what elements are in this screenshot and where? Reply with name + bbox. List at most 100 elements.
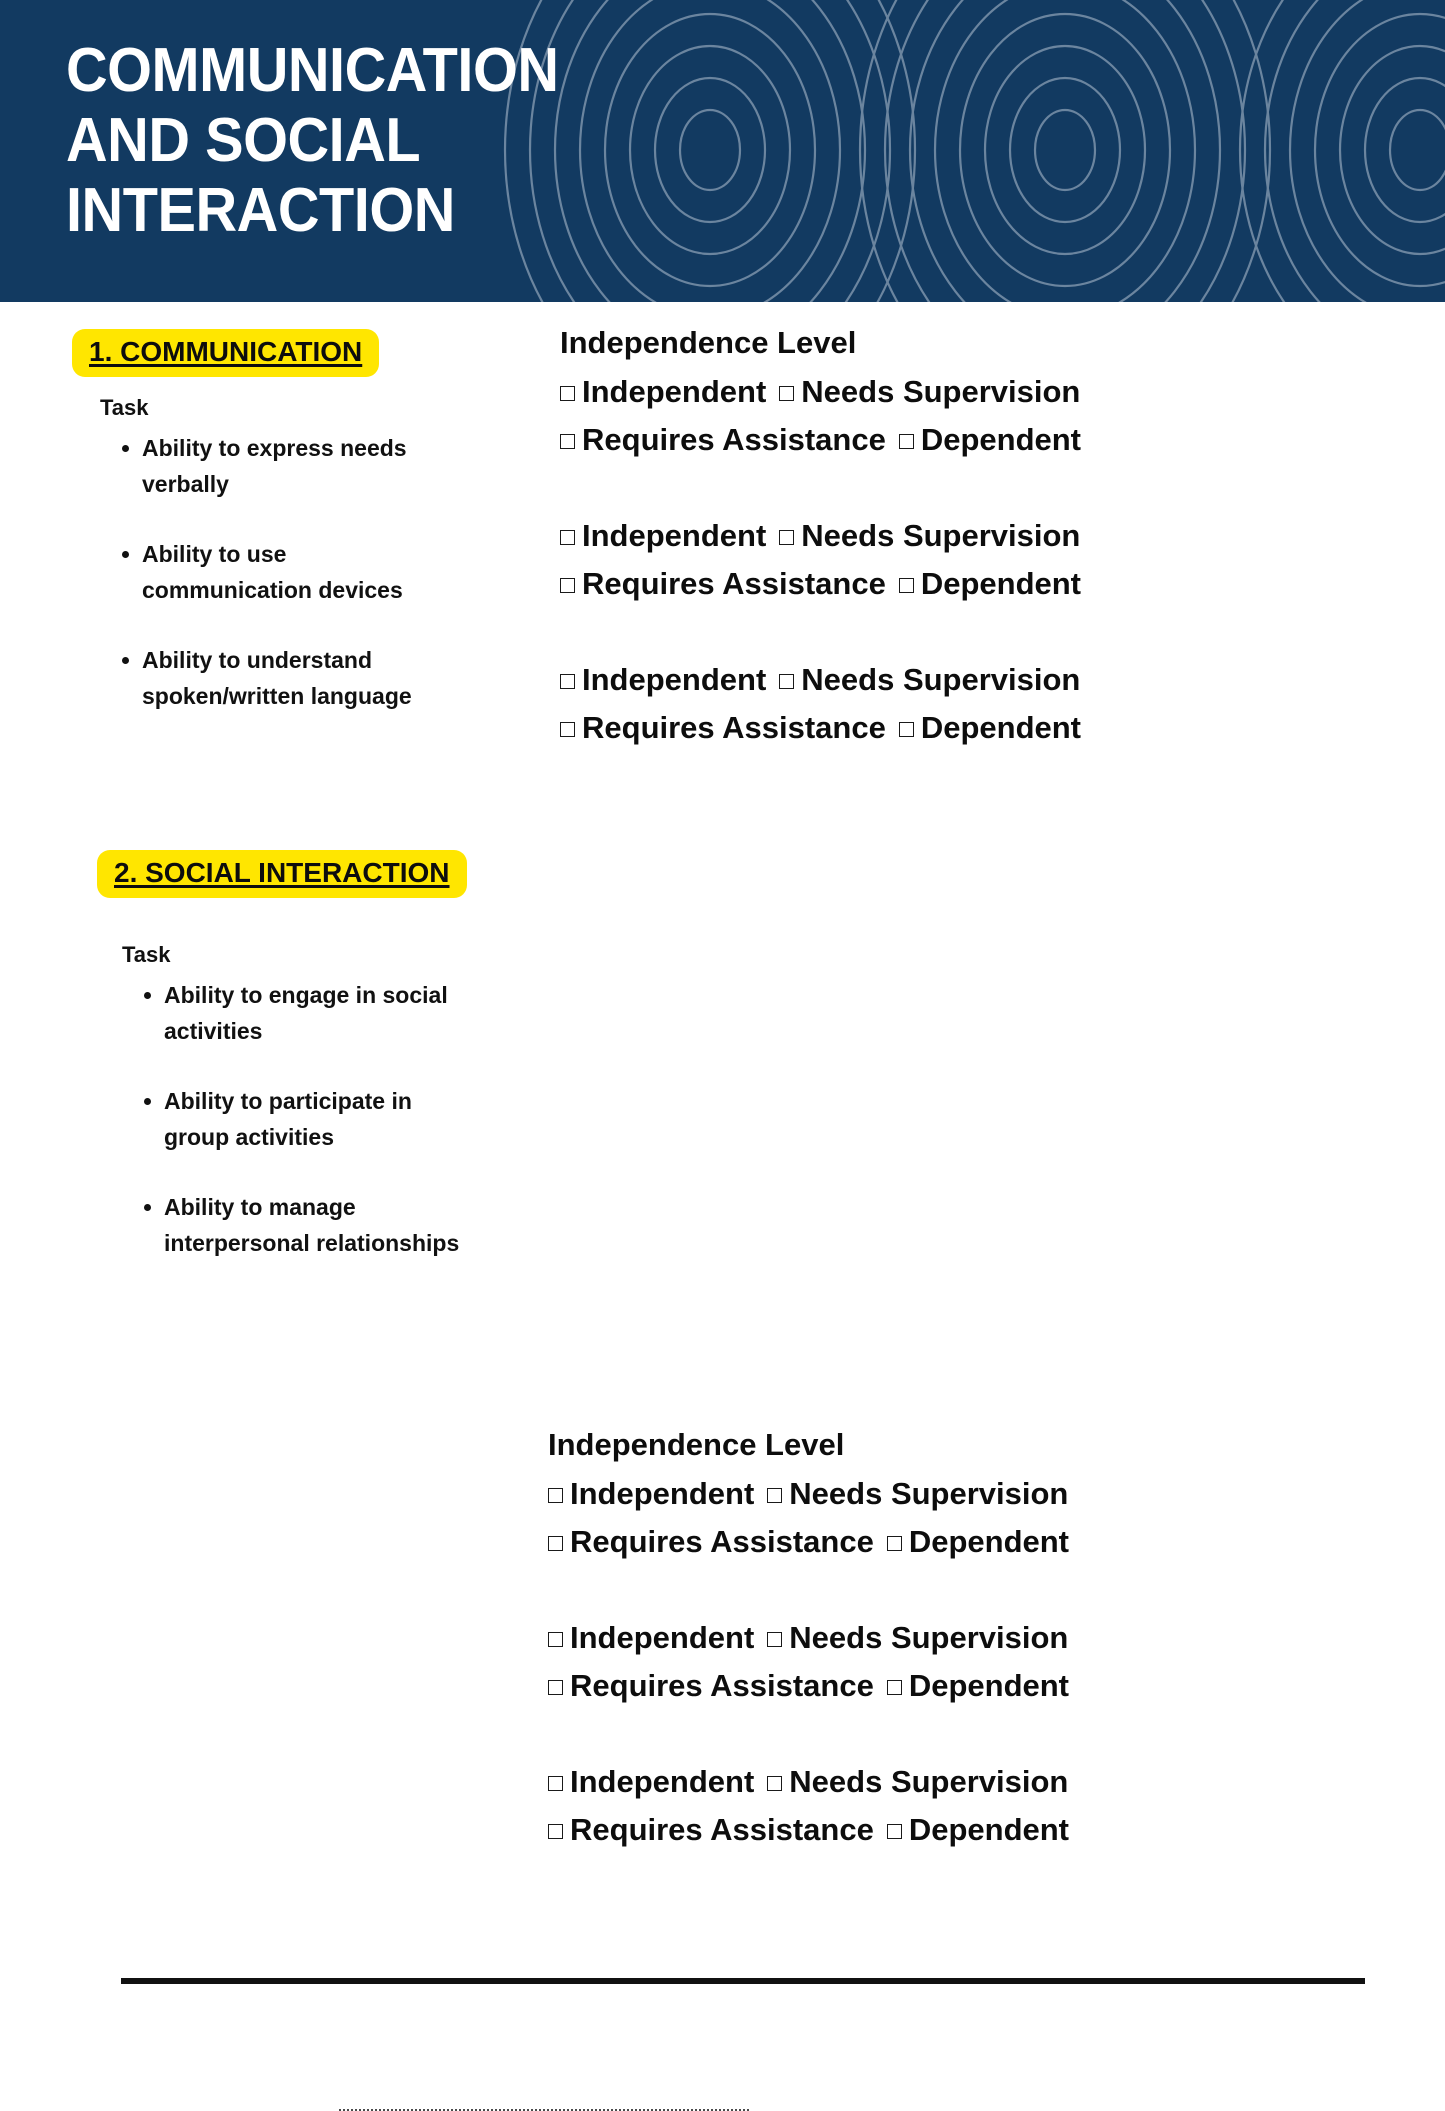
option-label: Dependent (908, 1812, 1070, 1847)
checkbox-dependent[interactable] (898, 722, 914, 737)
form-sheet: 1. COMMUNICATION Task Ability to express… (0, 302, 1445, 2111)
task-text: Ability to engage in social activities (164, 982, 448, 1044)
bullet-icon (122, 445, 129, 452)
option-row: Independent Needs Supervision (548, 1758, 1069, 1806)
checkbox-dependent[interactable] (886, 1824, 902, 1839)
option-label: Independent (570, 1620, 755, 1655)
option-label: Needs Supervision (801, 518, 1081, 553)
independence-options-group-3: Independent Needs Supervision Requires As… (548, 1758, 1069, 1854)
option-row: Independent Needs Supervision (560, 368, 1081, 416)
task-text: Ability to participate in group activiti… (164, 1088, 412, 1150)
option-row: Independent Needs Supervision (548, 1470, 1069, 1518)
option-label: Requires Assistance (570, 1812, 874, 1847)
checkbox-independent[interactable] (560, 674, 575, 689)
task-text: Ability to use communication devices (142, 541, 403, 603)
list-item: Ability to participate in group activiti… (122, 1083, 464, 1155)
option-row: Independent Needs Supervision (548, 1614, 1069, 1662)
checkbox-independent[interactable] (548, 1632, 563, 1647)
section-2-task-column: Task Ability to engage in social activit… (122, 941, 542, 1261)
independence-options-group-1: Independent Needs Supervision Requires As… (560, 368, 1081, 464)
section-1-task-list: Ability to express needs verbally Abilit… (100, 430, 520, 714)
section-1-independence-column: Independence Level Independent Needs Supe… (560, 324, 1081, 752)
checkbox-dependent[interactable] (898, 434, 914, 449)
checkbox-requires-assistance[interactable] (548, 1680, 563, 1695)
section-2-task-list: Ability to engage in social activities A… (122, 977, 542, 1261)
task-text: Ability to express needs verbally (142, 435, 407, 497)
option-row: Requires Assistance Dependent (548, 1662, 1069, 1710)
section-1-heading: 1. COMMUNICATION (72, 329, 380, 377)
task-text: Ability to manage interpersonal relation… (164, 1194, 460, 1256)
option-label: Requires Assistance (582, 422, 886, 457)
option-label: Needs Supervision (789, 1620, 1069, 1655)
checkbox-dependent[interactable] (886, 1680, 902, 1695)
checkbox-independent[interactable] (560, 530, 575, 545)
option-label: Dependent (908, 1668, 1070, 1703)
page-title: COMMUNICATION AND SOCIAL INTERACTION (66, 36, 559, 245)
checkbox-independent[interactable] (548, 1776, 563, 1791)
option-label: Independent (570, 1764, 755, 1799)
option-label: Dependent (920, 566, 1082, 601)
option-label: Independent (582, 374, 767, 409)
independence-options-group-3: Independent Needs Supervision Requires As… (560, 656, 1081, 752)
checkbox-requires-assistance[interactable] (548, 1824, 563, 1839)
option-row: Requires Assistance Dependent (548, 1806, 1069, 1854)
checkbox-needs-supervision[interactable] (779, 386, 795, 401)
option-label: Independent (570, 1476, 755, 1511)
option-label: Needs Supervision (801, 662, 1081, 697)
option-label: Requires Assistance (582, 566, 886, 601)
option-label: Dependent (920, 710, 1082, 745)
option-label: Requires Assistance (582, 710, 886, 745)
independence-options-group-2: Independent Needs Supervision Requires As… (560, 512, 1081, 608)
bullet-icon (122, 657, 129, 664)
bullet-icon (144, 992, 151, 999)
option-row: Requires Assistance Dependent (560, 416, 1081, 464)
bullet-icon (144, 1204, 151, 1211)
section-2-task-label: Task (122, 942, 171, 967)
option-label: Independent (582, 518, 767, 553)
independence-options-group-2: Independent Needs Supervision Requires As… (548, 1614, 1069, 1710)
option-row: Requires Assistance Dependent (560, 704, 1081, 752)
page-header-banner: COMMUNICATION AND SOCIAL INTERACTION (0, 0, 1445, 302)
option-row: Independent Needs Supervision (560, 512, 1081, 560)
option-row: Requires Assistance Dependent (560, 560, 1081, 608)
list-item: Ability to understand spoken/written lan… (100, 642, 442, 714)
option-label: Requires Assistance (570, 1668, 874, 1703)
independence-options-group-1: Independent Needs Supervision Requires As… (548, 1470, 1069, 1566)
section-2-heading: 2. SOCIAL INTERACTION (97, 850, 467, 898)
section-1-independence-level-title: Independence Level (560, 325, 857, 360)
checkbox-needs-supervision[interactable] (767, 1776, 783, 1791)
checkbox-independent[interactable] (548, 1488, 563, 1503)
option-label: Dependent (920, 422, 1082, 457)
option-row: Requires Assistance Dependent (548, 1518, 1069, 1566)
checkbox-requires-assistance[interactable] (560, 578, 575, 593)
section-1-task-label: Task (100, 395, 149, 420)
option-label: Needs Supervision (801, 374, 1081, 409)
list-item: Ability to manage interpersonal relation… (122, 1189, 464, 1261)
option-label: Needs Supervision (789, 1764, 1069, 1799)
section-1-task-column: Task Ability to express needs verbally A… (100, 394, 520, 714)
checkbox-requires-assistance[interactable] (548, 1536, 563, 1551)
checkbox-needs-supervision[interactable] (767, 1488, 783, 1503)
footer-divider-rule (121, 1978, 1365, 1984)
option-row: Independent Needs Supervision (560, 656, 1081, 704)
option-label: Dependent (908, 1524, 1070, 1559)
list-item: Ability to engage in social activities (122, 977, 464, 1049)
checkbox-requires-assistance[interactable] (560, 722, 575, 737)
section-2-independence-level-title: Independence Level (548, 1427, 845, 1462)
bullet-icon (122, 551, 129, 558)
checkbox-needs-supervision[interactable] (767, 1632, 783, 1647)
list-item: Ability to use communication devices (100, 536, 442, 608)
checkbox-dependent[interactable] (898, 578, 914, 593)
checkbox-needs-supervision[interactable] (779, 530, 795, 545)
option-label: Independent (582, 662, 767, 697)
checkbox-dependent[interactable] (886, 1536, 902, 1551)
bullet-icon (144, 1098, 151, 1105)
section-1-heading-wrap: 1. COMMUNICATION (72, 329, 380, 377)
task-text: Ability to understand spoken/written lan… (142, 647, 412, 709)
list-item: Ability to express needs verbally (100, 430, 442, 502)
option-label: Needs Supervision (789, 1476, 1069, 1511)
checkbox-independent[interactable] (560, 386, 575, 401)
checkbox-requires-assistance[interactable] (560, 434, 575, 449)
checkbox-needs-supervision[interactable] (779, 674, 795, 689)
section-2-heading-wrap: 2. SOCIAL INTERACTION (97, 850, 467, 898)
